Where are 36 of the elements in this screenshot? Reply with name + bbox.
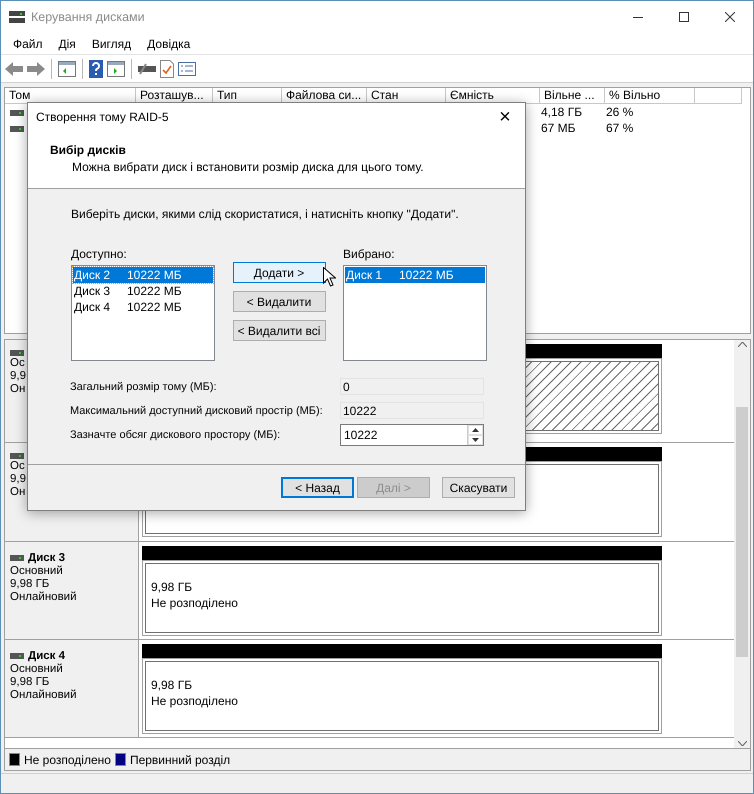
dialog-heading: Вибір дисків [50,143,127,157]
table-cell-text: 4,18 ГБ [540,105,584,119]
partition-status: Не розподілено [151,694,239,708]
legend-label: Не розподілено [24,752,111,766]
instruction-text: Виберіть диски, якими слід скористатися, і натисніть кнопку "Додати". [71,207,460,221]
disk-info: Онлайновий [10,689,77,701]
field-label: Загальний розмір тому (МБ): [70,380,218,392]
legend-label: Первинний розділ [130,752,230,766]
disk-info: 9,98 ГБ [10,578,50,590]
list-label: Вибрано: [343,247,396,261]
partition-size: 9,98 ГБ [151,580,194,594]
disk-name: Диск 3 [28,552,66,564]
window-title: Керування дисками [31,10,146,24]
dialog-title: Створення тому RAID-5 [36,110,169,124]
field-label: Максимальний доступний дисковий простір (МБ): [70,404,324,416]
disk-info: 9,9 [10,370,26,382]
disk-info: Ос [10,357,25,369]
disk-name: Диск 4 [28,650,66,662]
disk-info: Основний [10,663,63,675]
table-cell-text: 67 % [605,121,634,135]
dialog-subtitle: Можна вибрати диск і встановити розмір диска для цього тому. [72,160,425,174]
disk-info: Он [10,486,26,498]
list-label: Доступно: [71,247,128,261]
readonly-field: 10222 [340,402,484,419]
disk-info: Онлайновий [10,591,77,603]
table-cell-text: 67 МБ [540,121,577,135]
partition-size: 9,98 ГБ [151,678,194,692]
partition-status: Не розподілено [151,596,239,610]
disk-info: 9,98 ГБ [10,676,50,688]
disk-info: Он [10,383,26,395]
disk-info: 9,9 [10,473,26,485]
disk-info: Ос [10,460,25,472]
field-label: Зазначте обсяг дискового простору (МБ): [70,428,282,440]
readonly-field: 0 [340,378,484,395]
disk-info: Основний [10,565,63,577]
table-cell-text: 26 % [605,105,634,119]
